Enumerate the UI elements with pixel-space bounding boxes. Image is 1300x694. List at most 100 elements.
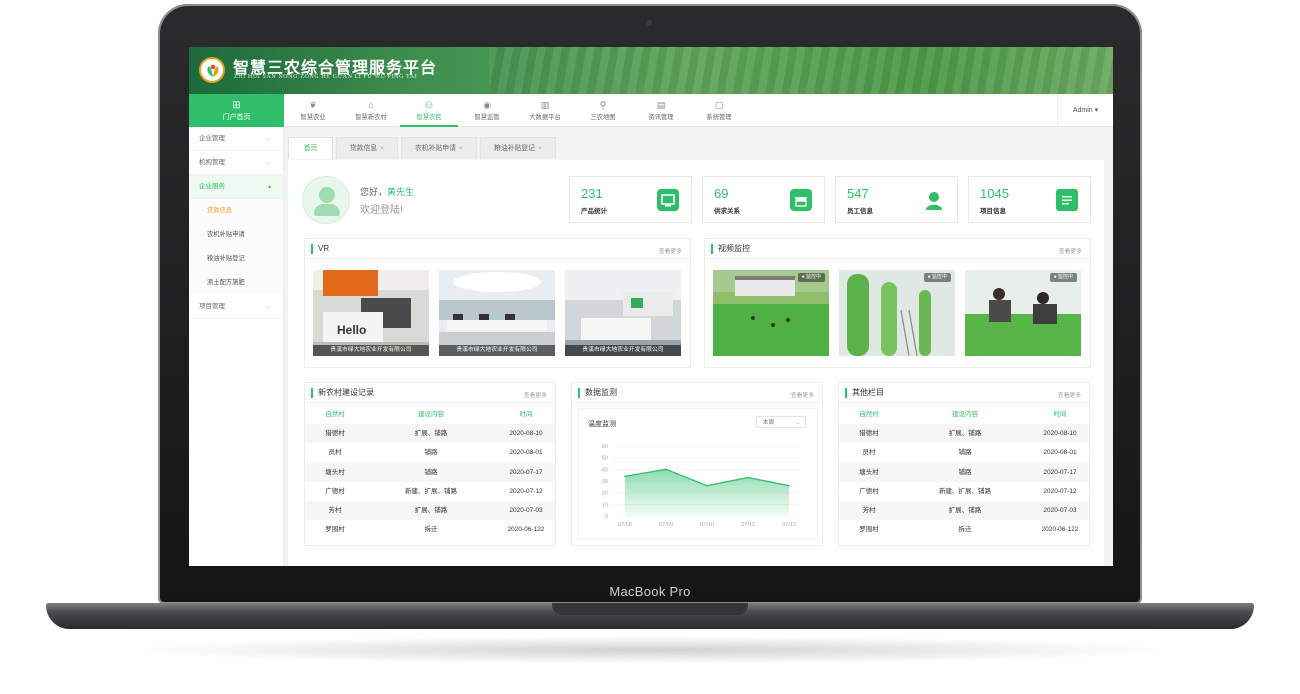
user-menu[interactable]: Admin ▾ bbox=[1057, 94, 1113, 127]
portal-home-button[interactable]: ⊞ 门户首页 bbox=[189, 94, 284, 127]
stat-label: 产品统计 bbox=[581, 208, 607, 215]
tab-label: 首页 bbox=[303, 145, 318, 152]
device-label: MacBook Pro bbox=[609, 584, 691, 599]
tab-grain-subsidy[interactable]: 粮油补贴登记 × bbox=[480, 137, 556, 159]
temperature-chart: 0 10 20 30 40 50 60 07/08 07/09 07/10 07/11 07/12 bbox=[602, 444, 801, 528]
table-row[interactable]: 员村 铺路 2020-08-01 bbox=[305, 443, 555, 462]
live-badge: ● 监控中 bbox=[797, 273, 825, 282]
stat-card-projects[interactable]: 1045 项目信息 bbox=[968, 176, 1091, 223]
video-item[interactable]: ● 监控中 bbox=[713, 270, 829, 356]
cell-content: 扩展、铺路 bbox=[414, 430, 448, 438]
table-row[interactable]: 员村 铺路 2020-08-01 bbox=[839, 443, 1089, 462]
x-tick-label: 07/09 bbox=[659, 522, 673, 528]
stat-card-supply[interactable]: 69 供求关系 bbox=[702, 176, 825, 223]
close-icon[interactable]: × bbox=[459, 145, 463, 152]
nav-item-smart-agriculture[interactable]: ❦ 智慧农业 bbox=[284, 94, 342, 127]
nav-item-system[interactable]: ▢ 系统管理 bbox=[690, 94, 748, 127]
tab-loan[interactable]: 贷款信息 × bbox=[336, 137, 398, 159]
tab-label: 农机补贴申请 bbox=[415, 145, 456, 152]
cell-content: 新建、扩展、铺路 bbox=[405, 487, 457, 495]
news-icon: ▤ bbox=[656, 100, 666, 110]
video-item[interactable]: ● 监控中 bbox=[839, 270, 955, 356]
sidebar-item-machinery-subsidy[interactable]: · 农机补贴申请 bbox=[189, 223, 283, 247]
table-row[interactable]: 芳村 扩展、铺路 2020-07-03 bbox=[839, 500, 1089, 521]
welcome-message: 欢迎登陆! bbox=[360, 205, 403, 216]
cell-date: 2020-06-122 bbox=[1041, 526, 1079, 534]
laptop-shadow bbox=[120, 636, 1180, 664]
sidebar-group-enterprise[interactable]: 企业管理 ⌄ bbox=[189, 127, 283, 151]
close-icon[interactable]: × bbox=[538, 145, 542, 152]
table-row[interactable]: 塘头村 铺路 2020-07-17 bbox=[839, 462, 1089, 482]
cell-date: 2020-07-03 bbox=[1043, 506, 1077, 514]
live-badge: ● 监控中 bbox=[923, 273, 951, 282]
panel-header: 其他栏目 查看更多 bbox=[839, 383, 1089, 403]
vr-item[interactable]: 贵溪市绿大地农业开发有限公司 bbox=[565, 270, 681, 356]
document-icon bbox=[1056, 189, 1078, 211]
table-header: 自然村 建设内容 时间 bbox=[839, 405, 1089, 424]
sidebar-group-institution[interactable]: 机构管理 ⌄ bbox=[189, 151, 283, 175]
video-item[interactable]: ● 监控中 bbox=[965, 270, 1081, 356]
vr-item[interactable]: 贵溪市绿大地农业开发有限公司 bbox=[439, 270, 555, 356]
sidebar-label: 机构管理 bbox=[199, 159, 225, 166]
data-point bbox=[747, 476, 749, 479]
close-icon[interactable]: × bbox=[380, 145, 384, 152]
sidebar-item-soil-testing[interactable]: · 测土配方施肥 bbox=[189, 271, 283, 295]
sidebar-item-loan[interactable]: · 贷款信息 bbox=[189, 199, 283, 223]
cell-village: 员村 bbox=[862, 449, 876, 457]
cell-date: 2020-07-12 bbox=[509, 487, 543, 495]
cell-date: 2020-08-10 bbox=[1043, 430, 1077, 438]
view-more-link[interactable]: 查看更多 bbox=[659, 246, 682, 255]
nav-item-smart-farmer[interactable]: ⚇ 智慧农民 bbox=[400, 94, 458, 127]
column-header: 时间 bbox=[519, 411, 533, 418]
vr-reception-image bbox=[565, 270, 681, 356]
table-row[interactable]: 罗围村 拆迁 2020-06-122 bbox=[839, 520, 1089, 539]
sidebar-group-services[interactable]: 企业服务 ▴ bbox=[189, 175, 283, 199]
greeting: 您好，黄先生 bbox=[360, 185, 414, 198]
cell-village: 广德村 bbox=[325, 487, 345, 495]
cell-content: 铺路 bbox=[958, 449, 972, 457]
data-point bbox=[665, 468, 667, 471]
stat-card-staff[interactable]: 547 员工信息 bbox=[835, 176, 958, 223]
chevron-down-icon: ⌄ bbox=[265, 304, 271, 310]
vr-caption: 贵溪市绿大地农业开发有限公司 bbox=[565, 345, 681, 356]
table-row[interactable]: 广德村 新建、扩展、铺路 2020-07-12 bbox=[839, 482, 1089, 501]
nav-item-smart-supervision[interactable]: ◉ 智慧监管 bbox=[458, 94, 516, 127]
table-row[interactable]: 塘头村 铺路 2020-07-17 bbox=[305, 462, 555, 482]
sidebar-item-grain-subsidy[interactable]: · 粮油补贴登记 bbox=[189, 247, 283, 271]
monitor-panel: 数据监测 查看更多 温度监测 本周 ⌄ 0 10 20 30 40 50 60 07/08 07/0… bbox=[571, 382, 823, 546]
tab-machinery-subsidy[interactable]: 农机补贴申请 × bbox=[401, 137, 477, 159]
sidebar-label: 企业服务 bbox=[199, 183, 225, 190]
cell-date: 2020-06-122 bbox=[507, 526, 545, 534]
user-name: Admin bbox=[1072, 107, 1093, 114]
table-row[interactable]: 罗围村 拆迁 2020-06-122 bbox=[305, 520, 555, 539]
view-more-link[interactable]: 查看更多 bbox=[791, 390, 814, 399]
dot-icon: ● bbox=[927, 274, 931, 280]
view-more-link[interactable]: 查看更多 bbox=[524, 390, 547, 399]
vr-item[interactable]: Hello 贵溪市绿大地农业开发有限公司 bbox=[313, 270, 429, 356]
cell-village: 芳村 bbox=[328, 506, 342, 514]
tab-home[interactable]: 首页 bbox=[288, 137, 333, 159]
table-row[interactable]: 猎德村 扩展、铺路 2020-08-10 bbox=[305, 424, 555, 444]
stat-card-products[interactable]: 231 产品统计 bbox=[569, 176, 692, 223]
badge-text: 监控中 bbox=[931, 274, 947, 280]
video-panel: 视频监控 查看更多 ● 监控中 ● 监控中 ● 监控中 bbox=[704, 238, 1091, 368]
nav-item-big-data[interactable]: ▥ 大数据平台 bbox=[516, 94, 574, 127]
table-row[interactable]: 广德村 新建、扩展、铺路 2020-07-12 bbox=[305, 482, 555, 501]
view-more-link[interactable]: 查看更多 bbox=[1058, 390, 1081, 399]
sidebar-label: 项目管理 bbox=[199, 303, 225, 310]
sidebar-group-projects[interactable]: 项目管理 ⌄ bbox=[189, 295, 283, 319]
view-more-link[interactable]: 查看更多 bbox=[1059, 246, 1082, 255]
avatar bbox=[302, 176, 350, 224]
cell-village: 罗围村 bbox=[325, 526, 345, 534]
cell-date: 2020-08-10 bbox=[509, 430, 543, 438]
cell-date: 2020-08-01 bbox=[1043, 449, 1077, 457]
nav-item-smart-village[interactable]: ⌂ 智慧新农村 bbox=[342, 94, 400, 127]
svg-text:Hello: Hello bbox=[337, 323, 366, 337]
y-tick-label: 30 bbox=[602, 479, 608, 485]
y-tick-label: 0 bbox=[605, 514, 608, 520]
y-tick-label: 20 bbox=[602, 491, 608, 497]
nav-item-agri-map[interactable]: ⚲ 三农地图 bbox=[574, 94, 632, 127]
table-row[interactable]: 芳村 扩展、铺路 2020-07-03 bbox=[305, 500, 555, 521]
table-row[interactable]: 猎德村 扩展、铺路 2020-08-10 bbox=[839, 424, 1089, 444]
nav-item-news[interactable]: ▤ 资讯管理 bbox=[632, 94, 690, 127]
